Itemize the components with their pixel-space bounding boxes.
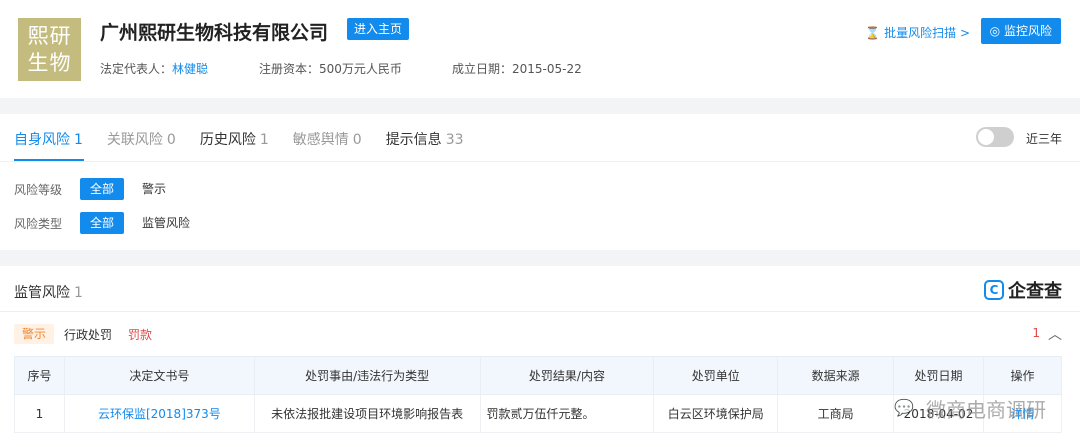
tab-label: 关联风险: [106, 132, 163, 148]
cell-source: 工商局: [777, 394, 895, 433]
section-count: 1: [74, 285, 83, 301]
cell-result: 罚款贰万伍仟元整。: [479, 394, 655, 433]
tab-count: 0: [166, 132, 176, 148]
company-logo: 熙研 生物: [18, 18, 81, 81]
founded-date: 成立日期：2015-05-22: [452, 60, 582, 77]
tabs-divider: [0, 161, 1080, 162]
brand-logo: C 企查查: [984, 277, 1062, 303]
watermark-text: 微商电商调研: [926, 398, 1046, 422]
qcc-icon: C: [984, 280, 1004, 300]
fine-tag: 罚款: [128, 327, 153, 342]
tab-label: 历史风险: [199, 132, 256, 148]
batch-scan-label: 批量风险扫描 >: [884, 26, 970, 40]
chevron-up-icon[interactable]: ︿: [1048, 324, 1062, 344]
tab-related-risk[interactable]: 关联风险 0: [107, 129, 176, 149]
warn-tag: 警示: [14, 324, 55, 344]
monitor-risk-button[interactable]: ◎ 监控风险: [980, 18, 1061, 44]
risk-level-all-chip[interactable]: 全部: [80, 178, 125, 200]
risk-type-label: 风险类型: [14, 216, 63, 231]
section-title-label: 监管风险: [14, 285, 70, 301]
tab-self-risk[interactable]: 自身风险 1: [14, 129, 83, 149]
tab-history-risk[interactable]: 历史风险 1: [200, 129, 269, 149]
tab-count: 0: [352, 132, 362, 148]
wechat-icon: 💬: [894, 397, 914, 417]
scan-icon: ⌛: [865, 26, 881, 40]
logo-line-1: 熙研: [27, 24, 72, 48]
legal-rep-link[interactable]: 林健聪: [172, 62, 208, 76]
company-header: 熙研 生物 广州熙研生物科技有限公司 进入主页 法定代表人：林健聪 注册资本：5…: [0, 0, 1080, 98]
three-year-label: 近三年: [1025, 132, 1062, 146]
section-divider: [0, 311, 1080, 312]
tab-count: 1: [74, 132, 83, 148]
tab-label: 自身风险: [14, 132, 70, 148]
legal-rep-label: 法定代表人：: [100, 62, 173, 76]
three-year-toggle[interactable]: [976, 127, 1014, 147]
founded-value: 2015-05-22: [512, 62, 582, 76]
risk-tag-row: 警示 行政处罚 罚款: [14, 324, 152, 344]
batch-scan-link[interactable]: ⌛ 批量风险扫描 >: [865, 24, 970, 41]
cell-index: 1: [14, 394, 65, 433]
col-source: 数据来源: [777, 356, 895, 395]
capital-label: 注册资本：: [259, 62, 320, 76]
section-title: 监管风险 1: [14, 282, 83, 302]
risk-tabs: 自身风险 1 关联风险 0 历史风险 1 敏感舆情 0 提示信息 33: [14, 129, 488, 149]
founded-label: 成立日期：: [452, 62, 513, 76]
capital-value: 500万元人民币: [319, 62, 402, 76]
col-unit: 处罚单位: [653, 356, 779, 395]
active-tab-indicator: [14, 159, 84, 161]
legal-rep: 法定代表人：林健聪: [100, 60, 208, 77]
risk-level-warn-chip[interactable]: 警示: [132, 178, 176, 200]
logo-line-2: 生物: [27, 51, 72, 75]
cell-unit: 白云区环境保护局: [653, 394, 779, 433]
cell-reason: 未依法报批建设项目环境影响报告表: [253, 394, 481, 433]
tab-count: 1: [259, 132, 269, 148]
enter-home-button[interactable]: 进入主页: [347, 18, 410, 40]
regulatory-risk-section: 监管风险 1 C 企查查 警示 行政处罚 罚款 1 ︿ 序号 决定文书号 处罚事由…: [0, 266, 1080, 447]
tab-label: 提示信息: [385, 132, 442, 148]
col-reason: 处罚事由/违法行为类型: [253, 356, 481, 395]
tab-sensitive-news[interactable]: 敏感舆情 0: [293, 129, 362, 149]
col-result: 处罚结果/内容: [479, 356, 655, 395]
watermark: 💬 微商电商调研: [894, 394, 1046, 423]
bulb-icon: ◎: [989, 24, 1001, 38]
risk-type-filter: 风险类型 全部 监管风险: [14, 212, 208, 234]
tab-count: 33: [445, 132, 464, 148]
risk-type-regulatory-chip[interactable]: 监管风险: [132, 212, 200, 234]
col-index: 序号: [14, 356, 65, 395]
risk-type-all-chip[interactable]: 全部: [80, 212, 125, 234]
risk-level-filter: 风险等级 全部 警示: [14, 178, 184, 200]
risk-level-label: 风险等级: [14, 182, 63, 197]
tab-label: 敏感舆情: [292, 132, 349, 148]
record-count: 1: [1032, 326, 1040, 340]
registered-capital: 注册资本：500万元人民币: [259, 60, 402, 77]
col-date: 处罚日期: [893, 356, 985, 395]
risk-filter-panel: 自身风险 1 关联风险 0 历史风险 1 敏感舆情 0 提示信息 33 近三年 风险等级 …: [0, 114, 1080, 250]
toggle-knob: [978, 129, 994, 145]
table-header-row: 序号 决定文书号 处罚事由/违法行为类型 处罚结果/内容 处罚单位 数据来源 处…: [14, 356, 1062, 395]
company-name: 广州熙研生物科技有限公司: [100, 22, 329, 44]
tab-tips[interactable]: 提示信息 33: [386, 129, 464, 149]
col-action: 操作: [983, 356, 1062, 395]
monitor-risk-label: 监控风险: [1003, 24, 1052, 38]
cell-doc-no-link[interactable]: 云环保监[2018]373号: [63, 394, 255, 433]
col-doc-no: 决定文书号: [63, 356, 255, 395]
admin-penalty-tag: 行政处罚: [64, 327, 113, 342]
brand-name: 企查查: [1008, 281, 1062, 302]
